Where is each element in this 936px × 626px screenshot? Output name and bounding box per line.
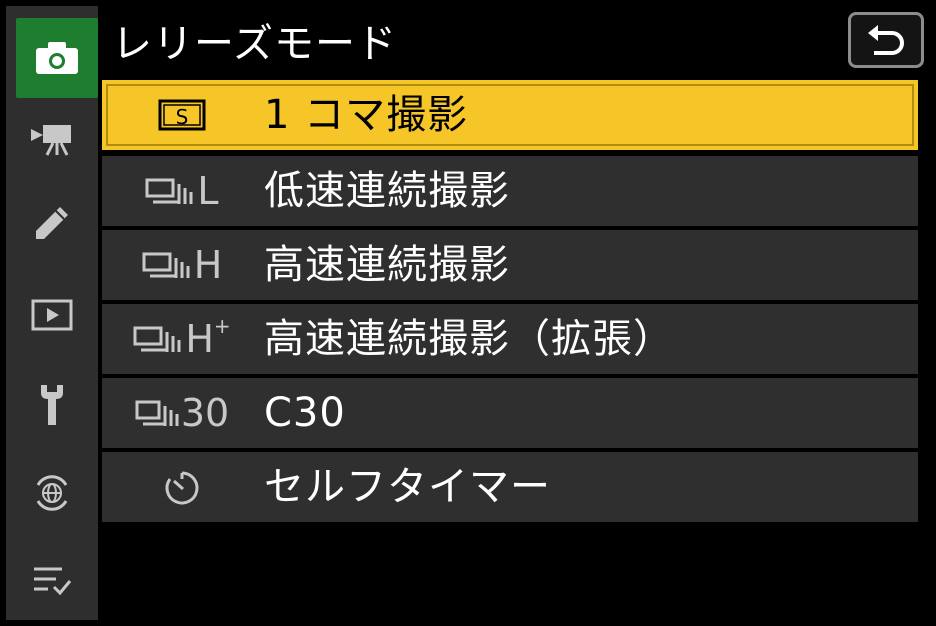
- list-item-label: 高速連続撮影: [264, 242, 510, 288]
- wrench-icon: [41, 385, 63, 425]
- list-item-label: 1 コマ撮影: [264, 92, 469, 138]
- list-item-c30[interactable]: 30 C30: [102, 378, 918, 448]
- self-timer-icon: [130, 452, 234, 522]
- camera-icon: [36, 42, 78, 74]
- sidebar-item-network[interactable]: [6, 456, 98, 530]
- c30-number: 30: [180, 391, 230, 435]
- list-item-continuous-high[interactable]: H 高速連続撮影: [102, 230, 918, 300]
- sidebar-item-photo-shooting[interactable]: [16, 18, 98, 98]
- page-title: レリーズモード: [112, 21, 397, 67]
- sidebar-item-setup[interactable]: [6, 368, 98, 442]
- my-menu-icon: [34, 567, 72, 596]
- sidebar-item-playback[interactable]: [6, 278, 98, 352]
- movie-camera-icon: [31, 125, 71, 156]
- continuous-high-letter: H: [193, 243, 223, 287]
- continuous-low-letter: L: [197, 169, 219, 213]
- back-button[interactable]: [848, 12, 924, 68]
- return-arrow-icon: [868, 25, 904, 55]
- plus-sign: +: [213, 314, 231, 338]
- list-item-self-timer[interactable]: セルフタイマー: [102, 452, 918, 522]
- list-item-continuous-high-extended[interactable]: H+ 高速連続撮影（拡張）: [102, 304, 918, 374]
- list-item-continuous-low[interactable]: L 低速連続撮影: [102, 156, 918, 226]
- single-frame-letter: S: [176, 105, 189, 129]
- pencil-icon: [36, 207, 68, 239]
- sidebar: [6, 6, 98, 620]
- continuous-high-extended-letter: H+: [185, 314, 231, 361]
- sidebar-item-custom-settings[interactable]: [6, 186, 98, 260]
- list-item-label: 高速連続撮影（拡張）: [264, 316, 674, 362]
- list-item-single-frame[interactable]: S 1 コマ撮影: [102, 80, 918, 150]
- continuous-high-icon: H: [130, 230, 234, 300]
- list-item-label: C30: [264, 390, 346, 436]
- network-globe-icon: [36, 475, 68, 511]
- continuous-high-extended-icon: H+: [130, 304, 234, 374]
- sidebar-item-movie-shooting[interactable]: [6, 102, 98, 176]
- continuous-low-icon: L: [130, 156, 234, 226]
- list-item-label: 低速連続撮影: [264, 168, 510, 214]
- sidebar-item-my-menu[interactable]: [6, 544, 98, 618]
- playback-icon: [31, 299, 73, 331]
- single-frame-icon: S: [130, 80, 234, 150]
- c30-icon: 30: [130, 378, 234, 448]
- list-item-label: セルフタイマー: [264, 464, 551, 510]
